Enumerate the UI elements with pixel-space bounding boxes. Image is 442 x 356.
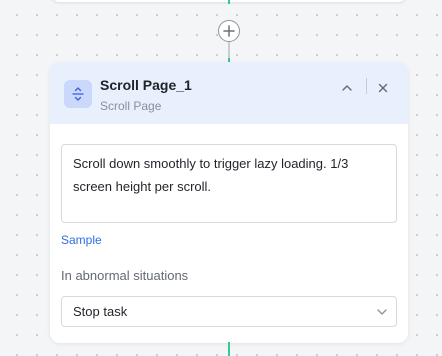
description-textarea[interactable]: Scroll down smoothly to trigger lazy loa… [61,144,397,223]
node-header[interactable]: Scroll Page_1 Scroll Page [50,62,408,124]
scroll-vertical-icon [64,80,92,108]
connector-line [228,342,230,356]
node-subtitle: Scroll Page [100,99,162,113]
plus-icon [223,25,235,37]
node-title: Scroll Page_1 [100,77,192,93]
abnormal-situations-label: In abnormal situations [61,268,189,283]
chevron-down-icon [376,306,388,318]
add-step-button[interactable] [218,20,240,42]
select-value: Stop task [73,304,128,319]
sample-link[interactable]: Sample [61,233,102,247]
close-icon [378,83,388,93]
connector-line [228,0,230,4]
header-divider [366,78,367,94]
abnormal-action-select[interactable]: Stop task [61,296,397,327]
close-button[interactable] [373,78,393,98]
connector-line [228,42,230,58]
chevron-up-icon [342,85,352,91]
collapse-button[interactable] [337,78,357,98]
scroll-page-node-card[interactable]: Scroll Page_1 Scroll Page Scroll down sm… [50,62,408,343]
